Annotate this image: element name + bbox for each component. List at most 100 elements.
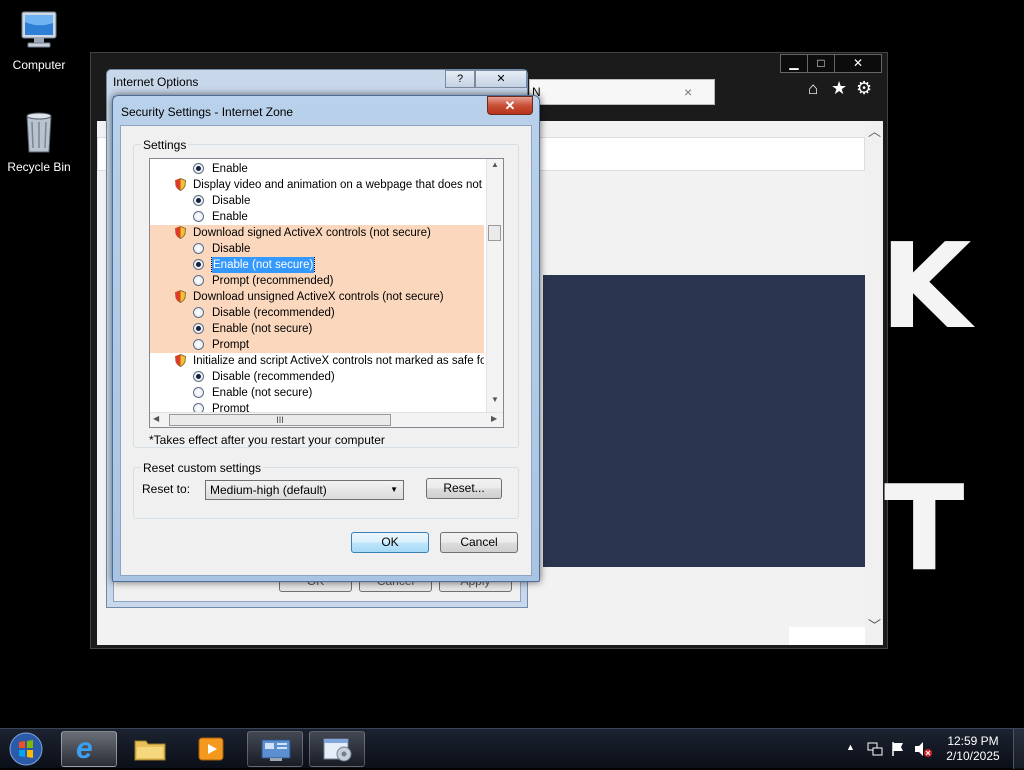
page-scrollbar[interactable]: ︿ ﹀ — [865, 121, 883, 645]
show-desktop-button[interactable] — [1013, 729, 1024, 769]
tray-overflow-icon[interactable]: ▲ — [846, 742, 855, 752]
scroll-up-icon[interactable]: ▲ — [491, 160, 499, 169]
favorites-star-icon[interactable]: ★ — [831, 78, 847, 99]
start-button[interactable] — [6, 731, 46, 767]
page-footer-block — [789, 627, 865, 645]
radio-checked[interactable] — [193, 323, 204, 334]
vertical-scrollbar[interactable]: ▲ ▼ — [486, 159, 503, 412]
dialog-title: Security Settings - Internet Zone — [121, 105, 294, 119]
close-button[interactable]: ✕ — [487, 96, 533, 115]
scroll-down-icon[interactable]: ▼ — [491, 395, 499, 404]
setting-option[interactable]: Enable (not secure) — [150, 385, 484, 401]
scroll-up-icon[interactable]: ︿ — [868, 121, 881, 140]
close-button[interactable]: ✕ — [834, 54, 882, 73]
reset-button[interactable]: Reset... — [426, 478, 502, 499]
chevron-down-icon: ▼ — [390, 485, 398, 494]
taskbar-control-panel[interactable] — [247, 731, 303, 767]
desktop-icon-recycle-bin[interactable]: Recycle Bin — [0, 110, 78, 174]
radio-unchecked[interactable] — [193, 387, 204, 398]
desktop-icon-computer[interactable]: Computer — [0, 8, 78, 72]
security-settings-dialog: Security Settings - Internet Zone ✕ Sett… — [112, 95, 540, 582]
taskbar-internet-options[interactable] — [309, 731, 365, 767]
setting-option-label: Prompt — [212, 339, 250, 351]
setting-header-label: Download unsigned ActiveX controls (not … — [193, 291, 444, 303]
setting-option-label: Disable — [212, 195, 251, 207]
radio-checked[interactable] — [193, 163, 204, 174]
setting-option-label: Disable (recommended) — [212, 307, 335, 319]
maximize-button[interactable]: □ — [807, 54, 835, 73]
scroll-right-icon[interactable]: ▶ — [491, 414, 497, 423]
setting-header: Display video and animation on a webpage… — [150, 177, 484, 193]
setting-option[interactable]: Enable (not secure) — [150, 257, 484, 273]
close-button[interactable]: ✕ — [475, 70, 527, 88]
taskbar-file-explorer[interactable] — [122, 731, 178, 767]
reset-to-label: Reset to: — [142, 482, 191, 496]
setting-option[interactable]: Enable — [150, 209, 484, 225]
setting-option[interactable]: Disable (recommended) — [150, 369, 484, 385]
browser-tab[interactable]: N × — [529, 79, 715, 105]
desktop: Computer Recycle Bin ▁ □ ✕ N × ⌂ ★ ⚙ ︿ ﹀… — [0, 0, 1024, 728]
clock-time: 12:59 PM — [947, 734, 999, 748]
help-button[interactable]: ? — [445, 70, 475, 88]
setting-option-label: Enable — [212, 163, 248, 175]
network-icon[interactable] — [866, 741, 884, 757]
settings-list[interactable]: Enable Display video and animation on a w… — [149, 158, 504, 428]
security-shield-icon — [175, 226, 186, 239]
minimize-button[interactable]: ▁ — [780, 54, 808, 73]
security-shield-icon — [175, 354, 186, 367]
setting-option[interactable]: Enable — [150, 161, 484, 177]
setting-option-label: Enable — [212, 211, 248, 223]
reset-level-value: Medium-high (default) — [210, 483, 327, 497]
internet-explorer-icon: e — [76, 732, 93, 765]
setting-option[interactable]: Prompt (recommended) — [150, 273, 484, 289]
cancel-button[interactable]: Cancel — [440, 532, 518, 553]
setting-header: Download signed ActiveX controls (not se… — [150, 225, 484, 241]
volume-muted-icon[interactable] — [913, 740, 933, 758]
setting-option[interactable]: Disable — [150, 193, 484, 209]
setting-header-label: Download signed ActiveX controls (not se… — [193, 227, 431, 239]
dialog-title: Internet Options — [113, 75, 199, 89]
setting-option[interactable]: Disable (recommended) — [150, 305, 484, 321]
radio-checked[interactable] — [193, 195, 204, 206]
background-letter: T — [884, 459, 965, 597]
windows-logo-icon — [9, 732, 43, 766]
tab-close-icon[interactable]: × — [684, 84, 692, 100]
folder-icon — [134, 740, 166, 761]
radio-checked[interactable] — [193, 259, 204, 270]
setting-option[interactable]: Disable — [150, 241, 484, 257]
computer-icon — [16, 8, 62, 54]
scroll-down-icon[interactable]: ﹀ — [868, 615, 881, 634]
security-shield-icon — [175, 290, 186, 303]
system-clock[interactable]: 12:59 PM 2/10/2025 — [940, 734, 1006, 764]
gear-icon[interactable]: ⚙ — [856, 78, 872, 99]
radio-checked[interactable] — [193, 371, 204, 382]
ok-button[interactable]: OK — [351, 532, 429, 553]
radio-unchecked[interactable] — [193, 307, 204, 318]
horizontal-scrollbar[interactable]: ◀ III ▶ — [150, 412, 503, 427]
reset-group-label: Reset custom settings — [141, 461, 264, 475]
internet-options-icon — [323, 738, 352, 762]
restart-note: *Takes effect after you restart your com… — [149, 433, 385, 447]
taskbar-media-player[interactable] — [183, 731, 239, 767]
home-icon[interactable]: ⌂ — [808, 79, 818, 99]
background-letter: K — [880, 217, 972, 355]
radio-unchecked[interactable] — [193, 243, 204, 254]
setting-option[interactable]: Enable (not secure) — [150, 321, 484, 337]
setting-option[interactable]: Prompt — [150, 337, 484, 353]
scroll-left-icon[interactable]: ◀ — [153, 414, 159, 423]
desktop-icon-label: Computer — [12, 58, 66, 72]
reset-level-select[interactable]: Medium-high (default) ▼ — [205, 480, 404, 500]
setting-option-label: Disable (recommended) — [212, 371, 335, 383]
action-center-flag-icon[interactable] — [890, 740, 906, 758]
radio-unchecked[interactable] — [193, 275, 204, 286]
hscroll-thumb[interactable]: III — [169, 414, 391, 426]
taskbar-internet-explorer[interactable]: e — [61, 731, 117, 767]
control-panel-icon — [261, 739, 291, 761]
clock-date: 2/10/2025 — [946, 749, 1000, 763]
radio-unchecked[interactable] — [193, 211, 204, 222]
scroll-thumb[interactable] — [488, 225, 501, 241]
dialog-body: Settings Enable Display video and animati… — [120, 125, 532, 576]
media-player-icon — [198, 737, 224, 761]
setting-option-label: Enable (not secure) — [212, 387, 313, 399]
radio-unchecked[interactable] — [193, 339, 204, 350]
